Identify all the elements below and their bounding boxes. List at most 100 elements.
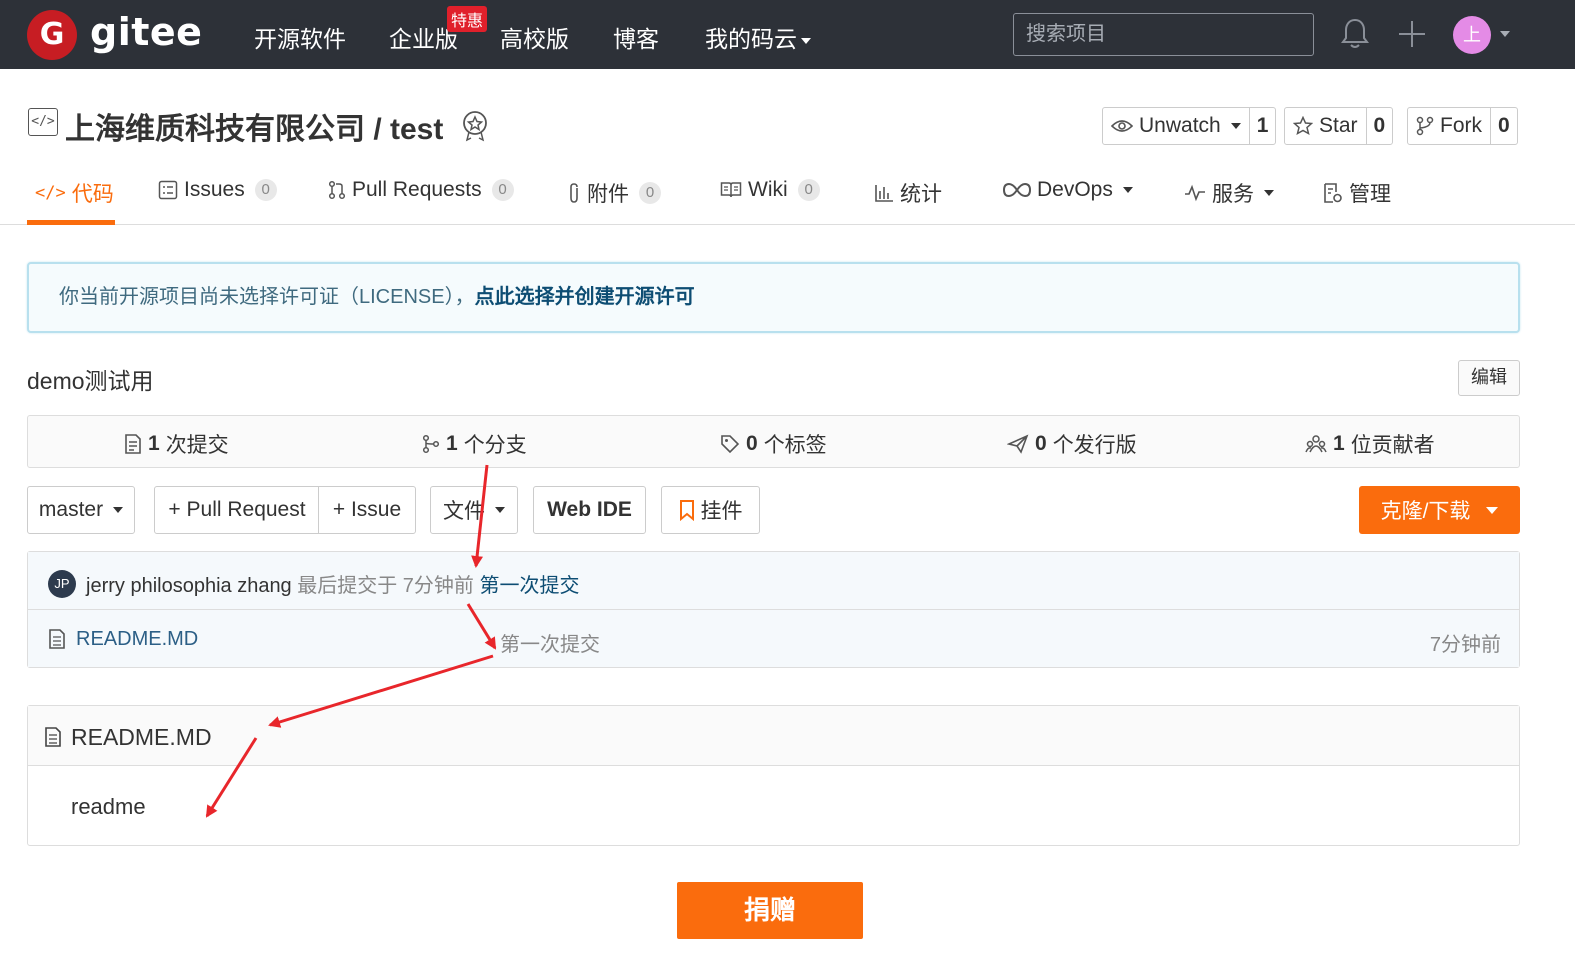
readme-title: README.MD — [71, 724, 212, 750]
stat-commits[interactable]: 1 次提交 — [124, 429, 229, 459]
fork-label: Fork — [1440, 114, 1482, 137]
stat-tags-count: 0 — [746, 432, 758, 455]
active-tab-indicator — [27, 220, 115, 225]
tab-wiki-label: Wiki — [748, 178, 788, 201]
top-navbar: G gitee 开源软件 企业版 特惠 高校版 博客 我的码云 上 — [0, 0, 1575, 69]
fork-button-group: Fork 0 — [1407, 107, 1518, 145]
tab-attachments-count: 0 — [639, 182, 661, 204]
tab-pull-requests[interactable]: Pull Requests 0 — [328, 178, 514, 202]
readme-header: README.MD — [28, 706, 1519, 766]
commit-meta: 最后提交于 7分钟前 — [297, 575, 474, 597]
branch-select[interactable]: master — [27, 486, 135, 534]
tab-manage-label: 管理 — [1349, 183, 1391, 206]
contributors-icon — [1305, 435, 1327, 453]
tab-wiki[interactable]: Wiki 0 — [720, 178, 820, 202]
stat-releases[interactable]: 0 个发行版 — [1007, 429, 1137, 459]
watch-count[interactable]: 1 — [1248, 108, 1276, 144]
clone-download-label: 克隆/下载 — [1380, 500, 1471, 523]
web-ide-button[interactable]: Web IDE — [533, 486, 646, 534]
branch-icon — [422, 434, 440, 454]
unwatch-label: Unwatch — [1139, 114, 1221, 137]
donate-button[interactable]: 捐赠 — [677, 882, 863, 939]
infinity-icon — [1003, 182, 1031, 198]
stat-commits-count: 1 — [148, 432, 160, 455]
star-count[interactable]: 0 — [1365, 108, 1393, 144]
clone-download-button[interactable]: 克隆/下载 — [1359, 486, 1520, 534]
commit-author[interactable]: jerry philosophia zhang — [86, 575, 292, 597]
file-menu-button[interactable]: 文件 — [430, 486, 518, 534]
tab-manage[interactable]: 管理 — [1323, 178, 1391, 208]
plus-icon[interactable] — [1396, 17, 1428, 56]
license-notice: 你当前开源项目尚未选择许可证（LICENSE），点此选择并创建开源许可 — [27, 262, 1520, 333]
star-button-group: Star 0 — [1284, 107, 1394, 145]
nav-open-source[interactable]: 开源软件 — [254, 20, 346, 54]
user-avatar[interactable]: 上 — [1453, 16, 1491, 54]
tab-attachments[interactable]: 附件 0 — [567, 178, 661, 208]
create-license-link[interactable]: 点此选择并创建开源许可 — [475, 286, 695, 308]
tab-code[interactable]: </> 代码 — [35, 178, 114, 208]
file-menu-label: 文件 — [443, 500, 485, 523]
avatar-chevron-down-icon[interactable] — [1500, 31, 1510, 37]
new-pull-request-button[interactable]: + Pull Request — [154, 486, 320, 534]
tab-pull-requests-label: Pull Requests — [352, 178, 482, 201]
recommend-badge-icon[interactable] — [458, 108, 492, 147]
search-input[interactable] — [1013, 13, 1314, 56]
tab-code-label: 代码 — [71, 183, 114, 206]
tab-statistics[interactable]: 统计 — [874, 178, 942, 208]
logo-text[interactable]: gitee — [90, 10, 202, 54]
file-list: JP jerry philosophia zhang 最后提交于 7分钟前 第一… — [27, 551, 1520, 668]
readme-content: readme — [71, 794, 146, 819]
commit-message-link[interactable]: 第一次提交 — [480, 575, 580, 597]
stat-branches-label: 个分支 — [463, 434, 527, 457]
tab-statistics-label: 统计 — [900, 183, 942, 206]
eye-icon — [1111, 120, 1133, 132]
tab-services-label: 服务 — [1212, 183, 1254, 206]
star-button[interactable]: Star — [1285, 108, 1366, 144]
tab-attachments-label: 附件 — [587, 183, 629, 206]
star-icon — [1293, 116, 1313, 135]
file-name-link[interactable]: README.MD — [76, 628, 198, 651]
code-icon: </> — [35, 183, 66, 203]
repo-title[interactable]: 上海维质科技有限公司 / test — [65, 104, 443, 148]
unwatch-button[interactable]: Unwatch — [1103, 108, 1249, 144]
file-commit-time: 7分钟前 — [1429, 634, 1501, 656]
stat-tags[interactable]: 0 个标签 — [720, 429, 827, 459]
fork-count[interactable]: 0 — [1490, 108, 1517, 144]
new-issue-button[interactable]: + Issue — [318, 486, 416, 534]
tab-issues[interactable]: Issues 0 — [158, 178, 277, 202]
stat-contributors[interactable]: 1 位贡献者 — [1305, 429, 1435, 459]
paperclip-icon — [570, 183, 578, 203]
commit-author-avatar[interactable]: JP — [48, 570, 76, 598]
tab-devops[interactable]: DevOps — [1003, 178, 1133, 202]
fork-button[interactable]: Fork — [1408, 108, 1490, 144]
nav-university[interactable]: 高校版 — [500, 20, 569, 54]
tab-devops-label: DevOps — [1037, 178, 1113, 201]
bell-icon[interactable] — [1340, 17, 1370, 56]
readme-file-icon — [44, 726, 62, 753]
widget-button[interactable]: 挂件 — [661, 486, 760, 534]
gitee-logo[interactable]: G — [27, 10, 77, 60]
bar-chart-icon — [875, 185, 893, 202]
chevron-down-icon — [1122, 187, 1133, 193]
tab-services[interactable]: 服务 — [1184, 178, 1274, 208]
repo-description: demo测试用 — [27, 368, 154, 394]
readme-panel: README.MD readme — [27, 705, 1520, 846]
tag-icon — [721, 435, 740, 454]
book-icon — [720, 182, 742, 198]
edit-description-button[interactable]: 编辑 — [1458, 360, 1520, 396]
file-icon — [48, 628, 66, 655]
issues-icon — [158, 180, 178, 200]
repo-stats-bar: 1 次提交 1 个分支 0 个标签 0 个发行版 1 位贡献者 — [27, 415, 1520, 468]
stat-contributors-count: 1 — [1333, 432, 1345, 455]
license-notice-text: 你当前开源项目尚未选择许可证（LICENSE）， — [59, 286, 475, 308]
chevron-down-icon — [1264, 190, 1274, 196]
star-label: Star — [1319, 114, 1358, 137]
nav-blog[interactable]: 博客 — [613, 20, 659, 54]
stat-releases-label: 个发行版 — [1052, 434, 1137, 457]
branch-select-label: master — [38, 498, 104, 521]
chevron-down-icon — [1486, 506, 1499, 514]
nav-my-gitee[interactable]: 我的码云 — [705, 20, 811, 54]
stat-branches[interactable]: 1 个分支 — [422, 429, 527, 459]
pulse-icon — [1185, 184, 1205, 202]
file-commit-message[interactable]: 第一次提交 — [500, 628, 600, 657]
